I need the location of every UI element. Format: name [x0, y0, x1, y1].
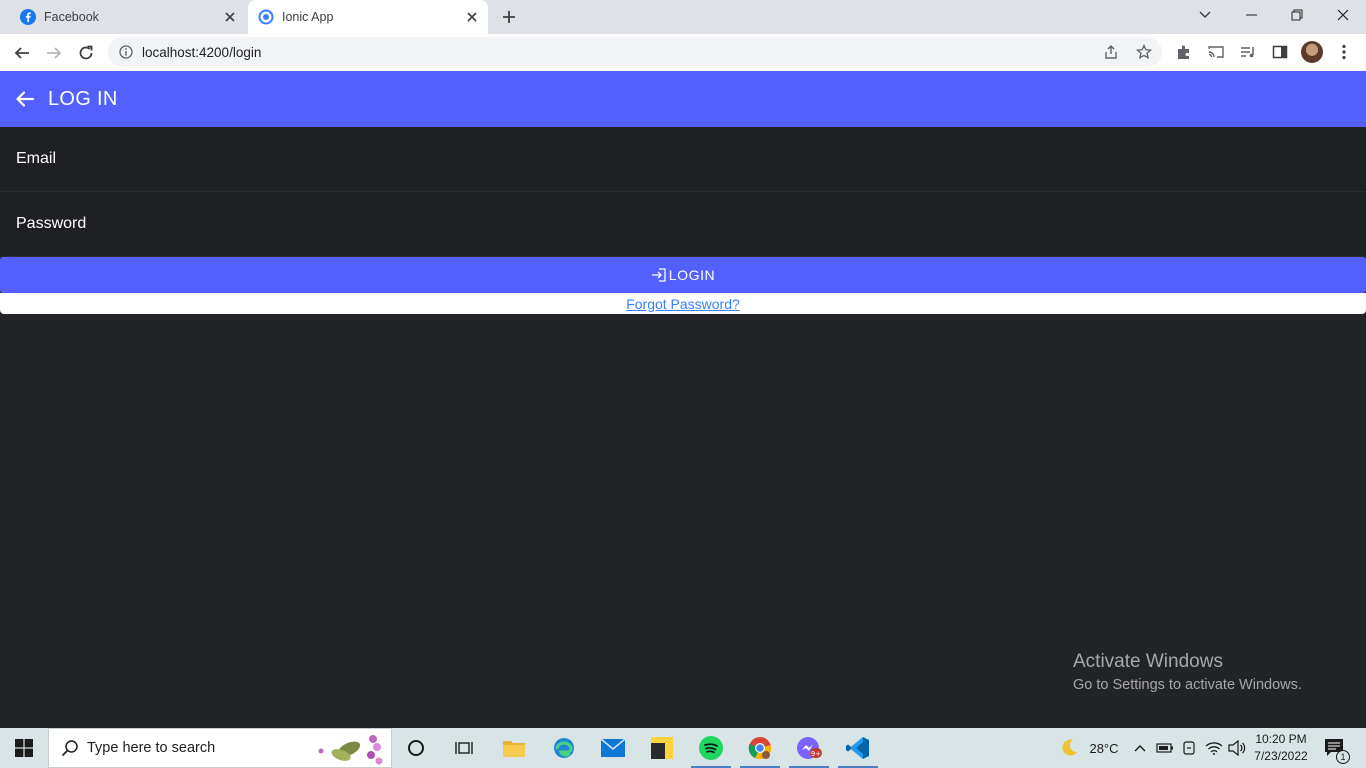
- facebook-icon: [20, 9, 36, 25]
- profile-avatar[interactable]: [1301, 41, 1323, 63]
- info-icon[interactable]: [118, 44, 134, 60]
- mail-icon[interactable]: [589, 728, 637, 768]
- browser-toolbar: localhost:4200/login: [0, 34, 1366, 71]
- clock-time: 10:20 PM: [1255, 732, 1307, 746]
- ionic-icon: [258, 9, 274, 25]
- cast-icon[interactable]: [1206, 42, 1226, 62]
- forward-arrow-icon[interactable]: [40, 39, 68, 67]
- reload-icon[interactable]: [72, 39, 100, 67]
- notification-count-badge: 1: [1336, 750, 1350, 764]
- kebab-menu-icon[interactable]: [1334, 42, 1354, 62]
- activate-windows-watermark: Activate Windows Go to Settings to activ…: [1073, 651, 1302, 693]
- tab-ionic-app[interactable]: Ionic App: [248, 0, 488, 34]
- new-tab-button[interactable]: [498, 6, 520, 28]
- windows-start-icon[interactable]: [0, 728, 48, 768]
- clock-date: 7/23/2022: [1254, 749, 1308, 763]
- login-button[interactable]: LOGIN: [0, 257, 1366, 293]
- taskbar-search-box[interactable]: Type here to search: [48, 728, 392, 768]
- device-icon[interactable]: [1179, 728, 1199, 768]
- chevron-up-icon[interactable]: [1130, 728, 1150, 768]
- url-text: localhost:4200/login: [142, 44, 262, 60]
- tab-facebook[interactable]: Facebook: [8, 0, 246, 34]
- file-explorer-icon[interactable]: [490, 728, 538, 768]
- watermark-title: Activate Windows: [1073, 651, 1223, 672]
- chrome-icon[interactable]: [736, 728, 784, 768]
- volume-icon[interactable]: [1226, 728, 1248, 768]
- weather-moon-icon[interactable]: [1057, 728, 1081, 768]
- email-input[interactable]: [0, 127, 1366, 191]
- search-icon: [61, 739, 79, 757]
- taskbar: Type here to search 9+ 28°C 10:20 PM 7/2…: [0, 728, 1366, 768]
- log-in-icon: [651, 267, 667, 283]
- app-header: LOG IN: [0, 71, 1366, 127]
- spotify-icon[interactable]: [687, 728, 735, 768]
- tab-search-chevron-icon[interactable]: [1182, 0, 1228, 30]
- media-queue-icon[interactable]: [1238, 42, 1258, 62]
- watermark-subtitle: Go to Settings to activate Windows.: [1073, 677, 1302, 693]
- password-input[interactable]: [0, 192, 1366, 256]
- task-view-icon[interactable]: [440, 728, 488, 768]
- arrow-back-icon: [16, 91, 35, 107]
- tab-title: Ionic App: [282, 10, 334, 24]
- taskbar-clock[interactable]: 10:20 PM 7/23/2022: [1252, 731, 1310, 765]
- cortana-icon[interactable]: [392, 728, 440, 768]
- weather-temperature[interactable]: 28°C: [1084, 728, 1124, 768]
- back-arrow-icon[interactable]: [8, 39, 36, 67]
- edge-browser-icon[interactable]: [540, 728, 588, 768]
- password-field[interactable]: Password: [0, 192, 1366, 257]
- svg-text:9+: 9+: [811, 750, 821, 758]
- forgot-password-container: Forgot Password?: [0, 293, 1366, 314]
- back-button[interactable]: [10, 84, 40, 114]
- sticky-notes-icon[interactable]: [638, 728, 686, 768]
- login-button-label: LOGIN: [668, 267, 716, 283]
- battery-icon[interactable]: [1154, 728, 1176, 768]
- share-icon[interactable]: [1102, 43, 1120, 61]
- restore-button[interactable]: [1274, 0, 1320, 30]
- side-panel-icon[interactable]: [1270, 42, 1290, 62]
- close-window-button[interactable]: [1320, 0, 1366, 30]
- bookmark-star-icon[interactable]: [1135, 43, 1153, 61]
- forgot-password-link[interactable]: Forgot Password?: [626, 296, 740, 312]
- search-highlight-flower-icon: [311, 729, 391, 768]
- minimize-button[interactable]: [1228, 0, 1274, 30]
- address-bar[interactable]: localhost:4200/login: [108, 37, 1162, 67]
- email-field[interactable]: Email: [0, 127, 1366, 192]
- tab-title: Facebook: [44, 10, 99, 24]
- extensions-puzzle-icon[interactable]: [1174, 42, 1194, 62]
- browser-tab-strip: Facebook Ionic App: [0, 0, 1366, 34]
- notifications-icon[interactable]: 1: [1320, 728, 1350, 768]
- messenger-icon[interactable]: 9+: [785, 728, 833, 768]
- wifi-icon[interactable]: [1203, 728, 1225, 768]
- close-icon[interactable]: [462, 7, 482, 27]
- search-placeholder: Type here to search: [87, 740, 216, 756]
- page-title: LOG IN: [48, 87, 118, 110]
- close-icon[interactable]: [220, 7, 240, 27]
- vscode-icon[interactable]: [834, 728, 882, 768]
